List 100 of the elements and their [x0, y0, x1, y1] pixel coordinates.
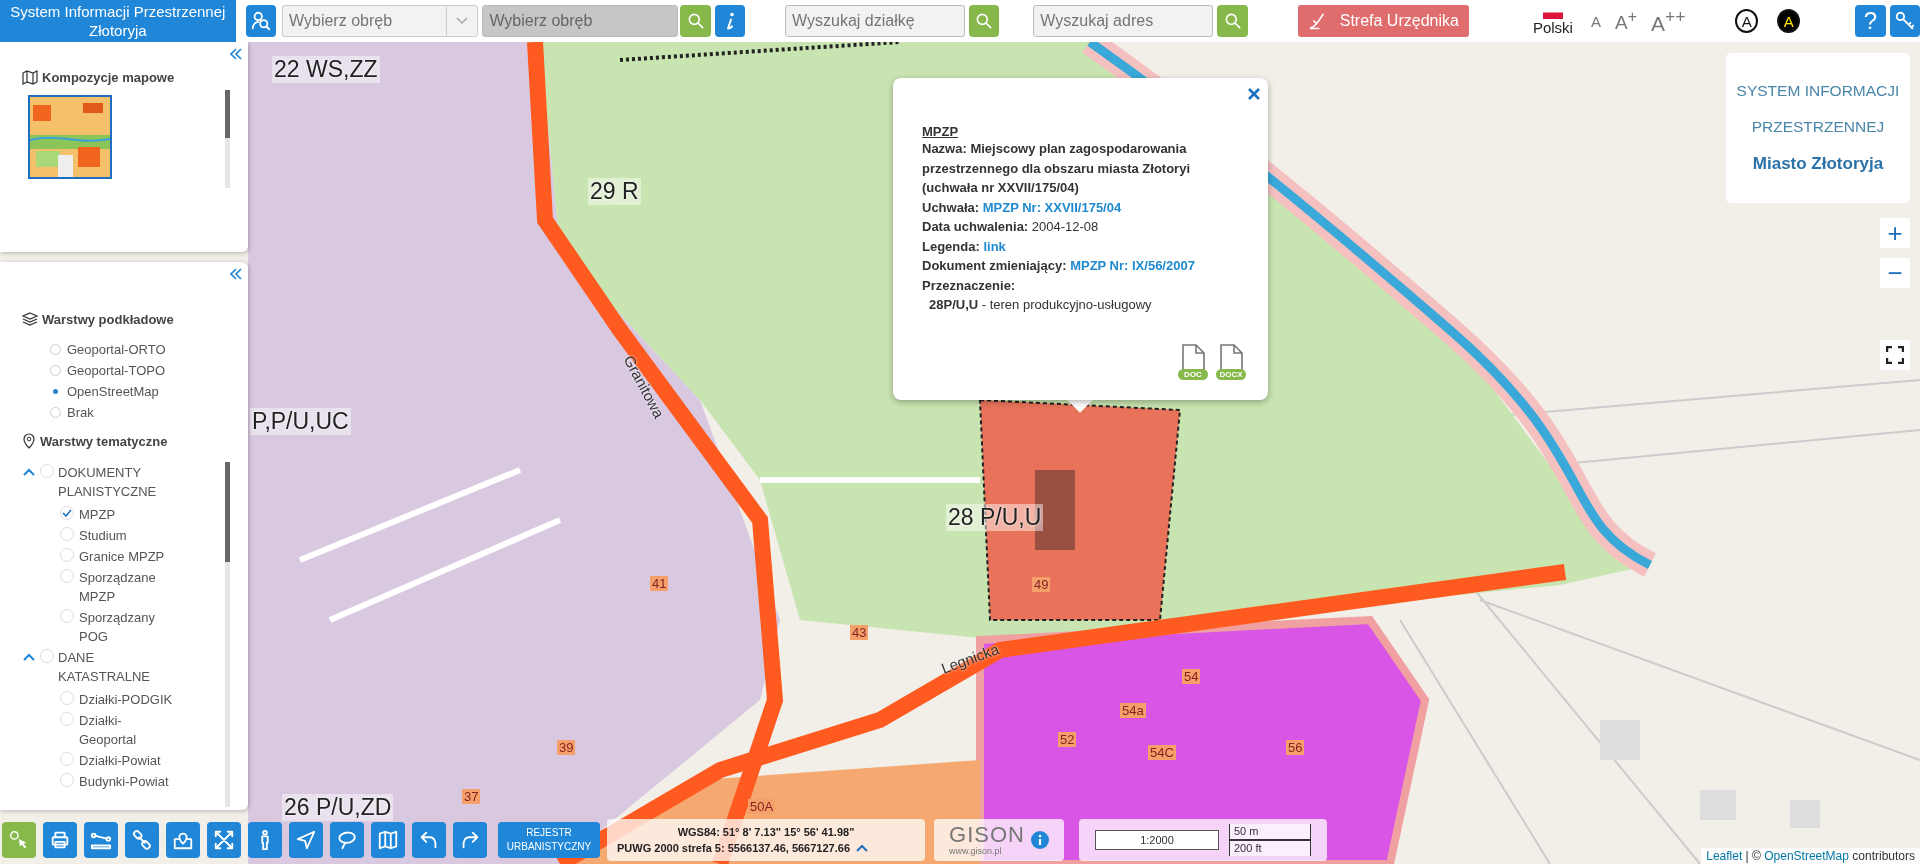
parcel-number: 50A: [748, 799, 776, 814]
tool-button[interactable]: [289, 822, 323, 858]
search-button[interactable]: [969, 5, 1000, 37]
parcel-number: 54C: [1148, 745, 1176, 760]
caret-up-icon[interactable]: [22, 467, 36, 477]
zoom-in-button[interactable]: +: [1880, 218, 1910, 248]
layers-icon: [22, 312, 38, 327]
layer-label[interactable]: Działki-Geoportal: [79, 711, 174, 749]
layer-label[interactable]: OpenStreetMap: [67, 383, 159, 400]
section-title: Warstwy podkładowe: [42, 312, 174, 327]
layer-label[interactable]: Brak: [67, 404, 94, 421]
map-thumbnail[interactable]: [28, 95, 112, 179]
popup-line: Legenda: link: [922, 237, 1007, 256]
caret-up-icon[interactable]: [22, 652, 36, 662]
layer-label[interactable]: Geoportal-TOPO: [67, 362, 166, 379]
zone-label: 26 P/U,ZD: [282, 794, 394, 821]
parcel-number: 56: [1286, 740, 1305, 755]
chevron-down-icon: [456, 17, 469, 25]
scale-field[interactable]: 1:2000: [1095, 830, 1219, 850]
parcel-number: 41: [650, 576, 669, 591]
parcel-number: 54: [1182, 669, 1201, 684]
tool-button[interactable]: [2, 822, 36, 858]
popup-line: Uchwała: MPZP Nr: XXVII/175/04: [922, 198, 1123, 217]
brand-text: SYSTEM INFORMACJI: [1736, 82, 1900, 100]
link[interactable]: OpenStreetMap: [1764, 849, 1849, 863]
help-button[interactable]: ?: [1855, 5, 1886, 37]
parcel-search-field[interactable]: Wyszukaj działkę: [785, 5, 966, 37]
tool-button[interactable]: [125, 822, 159, 858]
zoom-out-button[interactable]: −: [1880, 258, 1910, 288]
tool-button[interactable]: [330, 822, 364, 858]
language-label[interactable]: Polski: [1532, 19, 1573, 36]
city-name: Miasto Złotoryja: [1752, 154, 1884, 174]
collapse-icon[interactable]: [230, 268, 242, 280]
register-button[interactable]: REJESTR URBANISTYCZNY: [498, 822, 600, 858]
tool-button[interactable]: [453, 822, 487, 858]
close-button[interactable]: [1248, 88, 1260, 100]
layer-group-label[interactable]: DANE KATASTRALNE: [58, 648, 178, 686]
brand-logo: GISON: [949, 824, 1025, 846]
link[interactable]: MPZP Nr: XXVII/175/04: [982, 199, 1122, 215]
print-icon: [49, 829, 71, 851]
location-pin-icon: [22, 433, 36, 449]
search-button[interactable]: [680, 5, 711, 37]
tool-button[interactable]: [166, 822, 200, 858]
link[interactable]: MPZP Nr: IX/56/2007: [1070, 258, 1195, 273]
attribution-text: Leaflet | © OpenStreetMap contributors: [1701, 848, 1920, 864]
check-icon: [62, 509, 72, 517]
scrollbar[interactable]: [225, 90, 230, 188]
map-search-button[interactable]: [245, 5, 277, 37]
scrollbar[interactable]: [225, 462, 230, 807]
zone-label: 28 P/U,U: [946, 504, 1044, 531]
layer-label[interactable]: Działki-Powiat: [79, 751, 161, 770]
scale-bar: 50 m: [1229, 824, 1311, 840]
layer-label[interactable]: Sporządzany POG: [79, 608, 174, 646]
parcel-number: 54a: [1120, 703, 1146, 718]
coordinates-text: PUWG 2000 strefa 5: 5566137.46, 5667127.66: [617, 841, 850, 856]
tool-button[interactable]: [371, 822, 405, 858]
popup-line: Dokument zmieniający: MPZP Nr: IX/56/2007: [922, 257, 1196, 275]
layer-group-label[interactable]: DOKUMENTY PLANISTYCZNE: [58, 463, 178, 501]
parcel-number: 43: [850, 625, 869, 640]
zone-label: 22 WS,ZZ: [272, 56, 380, 83]
info-button[interactable]: [714, 5, 746, 37]
layer-label[interactable]: MPZP: [79, 505, 116, 524]
link[interactable]: Leaflet: [1706, 849, 1743, 863]
link-icon: [131, 829, 153, 851]
parcel-number: 49: [1032, 577, 1051, 592]
collapse-icon[interactable]: [230, 48, 242, 60]
tool-button[interactable]: [248, 822, 282, 858]
brand-url[interactable]: www.gison.pl: [949, 846, 1025, 856]
layer-label[interactable]: Studium: [79, 526, 127, 545]
layer-label[interactable]: Sporządzane MPZP: [79, 568, 174, 606]
fullscreen-icon: [1886, 346, 1904, 364]
map-icon: [22, 70, 38, 85]
login-button[interactable]: [1889, 5, 1920, 37]
coordinates-text: WGS84: 51° 8' 7.13" 15° 56' 41.98": [676, 825, 856, 840]
tool-button[interactable]: [412, 822, 446, 858]
precinct-select[interactable]: Wybierz obręb: [282, 5, 447, 37]
tool-button[interactable]: [84, 822, 118, 858]
info-icon[interactable]: [1030, 831, 1049, 849]
fullscreen-button[interactable]: [1880, 340, 1910, 370]
font-size-button[interactable]: A$^{+}$: [1614, 7, 1637, 35]
tool-button[interactable]: [43, 822, 77, 858]
app-title[interactable]: System Informacji Przestrzennej Złotoryja: [0, 0, 236, 42]
parcel-number: 52: [1058, 732, 1077, 747]
link[interactable]: link: [983, 238, 1006, 254]
font-size-button[interactable]: A$^{++}$: [1650, 6, 1686, 36]
close-icon: [1248, 88, 1260, 100]
tool-button[interactable]: [207, 822, 241, 858]
building: [1600, 720, 1640, 760]
caret-up-icon[interactable]: [856, 844, 868, 852]
layer-label[interactable]: Granice MPZP: [79, 547, 165, 566]
section-title: Kompozycje mapowe: [42, 70, 175, 85]
layer-label[interactable]: Działki-PODGIK: [79, 690, 173, 709]
contrast-button[interactable]: A: [1777, 9, 1801, 33]
scale-bar: 200 ft: [1229, 840, 1311, 856]
search-button[interactable]: [1217, 5, 1248, 37]
font-size-button[interactable]: A: [1590, 12, 1601, 30]
layer-label[interactable]: Geoportal-ORTO: [67, 341, 166, 358]
address-search-field[interactable]: Wyszukaj adres: [1033, 5, 1214, 37]
contrast-button[interactable]: A: [1735, 9, 1759, 33]
layer-label[interactable]: Budynki-Powiat: [79, 772, 169, 791]
